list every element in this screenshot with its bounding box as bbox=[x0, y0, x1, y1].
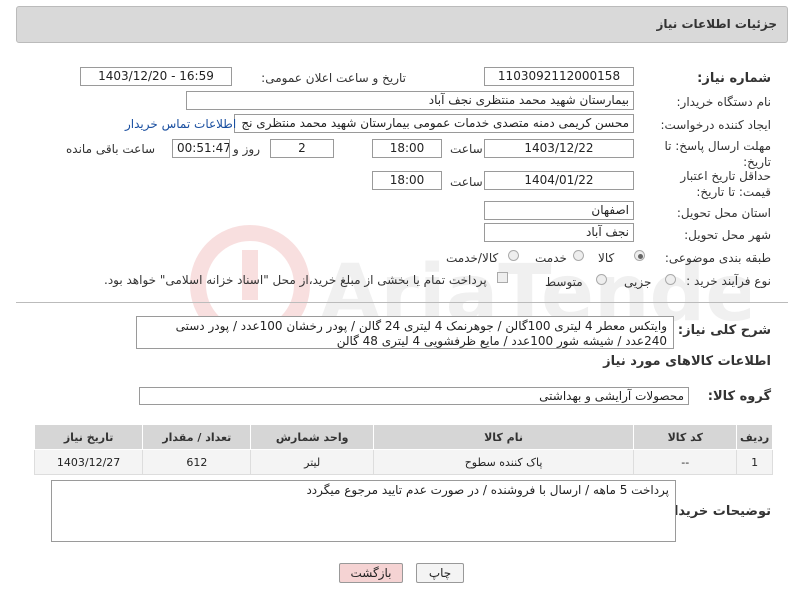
province-field[interactable]: اصفهان bbox=[484, 201, 634, 220]
deadline-time-label: ساعت bbox=[450, 142, 483, 156]
category-label: طبقه بندی موضوعی: bbox=[664, 251, 771, 265]
buyer-notes-text: پرداخت 5 ماهه / ارسال با فروشنده / در صو… bbox=[306, 483, 669, 497]
divider bbox=[16, 302, 788, 303]
cell-row: 1 bbox=[736, 449, 773, 475]
announce-label: تاریخ و ساعت اعلان عمومی: bbox=[261, 71, 406, 85]
purchase-option-minor: جزیی bbox=[624, 275, 652, 289]
buyer-org-label: نام دستگاه خریدار: bbox=[676, 95, 772, 109]
cell-qty: 612 bbox=[142, 449, 252, 475]
validity-label-text: حداقل تاریخ اعتبار قیمت: تا تاریخ: bbox=[680, 169, 771, 199]
col-date: تاریخ نیاز bbox=[33, 424, 144, 450]
description-textarea[interactable]: وایتکس معطر 4 لیتری 100گالن / جوهرنمک 4 … bbox=[136, 316, 674, 349]
announce-field[interactable]: 1403/12/20 - 16:59 bbox=[80, 67, 232, 86]
description-label: شرح کلی نیاز: bbox=[677, 323, 771, 338]
goods-table: ردیف کد کالا نام کالا واحد شمارش تعداد /… bbox=[33, 424, 773, 475]
description-text: وایتکس معطر 4 لیتری 100گالن / جوهرنمک 4 … bbox=[175, 319, 667, 348]
need-number-label: شماره نیاز: bbox=[697, 71, 771, 86]
cell-name: پاک کننده سطوح bbox=[372, 449, 635, 475]
goods-group-field[interactable]: محصولات آرایشی و بهداشتی bbox=[139, 387, 689, 405]
deadline-label: مهلت ارسال پاسخ: تا تاریخ: bbox=[651, 138, 771, 170]
validity-date-field[interactable]: 1404/01/22 bbox=[484, 171, 634, 190]
creator-label: ایجاد کننده درخواست: bbox=[660, 118, 771, 132]
need-number-field[interactable]: 1103092112000158 bbox=[484, 67, 634, 86]
back-button[interactable]: بازگشت bbox=[339, 563, 403, 583]
days-field[interactable]: 2 bbox=[270, 139, 334, 158]
province-label: استان محل تحویل: bbox=[676, 206, 771, 220]
category-option-service: خدمت bbox=[535, 251, 567, 265]
creator-field[interactable]: محسن کریمی دمنه متصدی خدمات عمومی بیمارس… bbox=[234, 114, 634, 133]
treasury-checkbox[interactable] bbox=[497, 272, 508, 283]
deadline-time-field[interactable]: 18:00 bbox=[372, 139, 442, 158]
table-row[interactable]: 1 -- پاک کننده سطوح لیتر 612 1403/12/27 bbox=[33, 449, 773, 475]
purchase-option-medium: متوسط bbox=[545, 275, 583, 289]
category-radio-both[interactable] bbox=[508, 250, 519, 261]
category-radio-service[interactable] bbox=[573, 250, 584, 261]
col-code: کد کالا bbox=[633, 424, 738, 450]
category-option-goods: کالا bbox=[598, 251, 615, 265]
cell-date: 1403/12/27 bbox=[33, 449, 144, 475]
col-qty: تعداد / مقدار bbox=[142, 424, 252, 450]
validity-time-field[interactable]: 18:00 bbox=[372, 171, 442, 190]
buyer-org-field[interactable]: بیمارستان شهید محمد منتظری نجف آباد bbox=[186, 91, 634, 110]
category-option-both: کالا/خدمت bbox=[446, 251, 499, 265]
buyer-notes-textarea[interactable]: پرداخت 5 ماهه / ارسال با فروشنده / در صو… bbox=[51, 480, 676, 542]
deadline-date-field[interactable]: 1403/12/22 bbox=[484, 139, 634, 158]
category-radio-goods[interactable] bbox=[634, 250, 645, 261]
cell-unit: لیتر bbox=[250, 449, 374, 475]
city-field[interactable]: نجف آباد bbox=[484, 223, 634, 242]
days-label: روز و bbox=[233, 142, 260, 156]
goods-table-header: ردیف کد کالا نام کالا واحد شمارش تعداد /… bbox=[33, 424, 773, 450]
cell-code: -- bbox=[633, 449, 738, 475]
panel-header: جزئیات اطلاعات نیاز bbox=[16, 6, 788, 43]
print-button[interactable]: چاپ bbox=[416, 563, 464, 583]
col-row: ردیف bbox=[736, 424, 773, 450]
validity-time-label: ساعت bbox=[450, 175, 483, 189]
purchase-radio-medium[interactable] bbox=[596, 274, 607, 285]
validity-label: حداقل تاریخ اعتبار قیمت: تا تاریخ: bbox=[651, 168, 771, 200]
page-title: جزئیات اطلاعات نیاز bbox=[656, 17, 777, 31]
city-label: شهر محل تحویل: bbox=[684, 228, 771, 242]
col-unit: واحد شمارش bbox=[250, 424, 374, 450]
remaining-label: ساعت باقی مانده bbox=[66, 142, 156, 156]
col-name: نام کالا bbox=[372, 424, 635, 450]
buyer-notes-label: توضیحات خریدار: bbox=[661, 504, 771, 519]
deadline-label-text: مهلت ارسال پاسخ: تا تاریخ: bbox=[664, 139, 771, 169]
purchase-radio-minor[interactable] bbox=[665, 274, 676, 285]
buyer-contact-link[interactable]: اطلاعات تماس خریدار bbox=[125, 117, 236, 131]
purchase-type-label: نوع فرآیند خرید : bbox=[686, 274, 771, 288]
remaining-field[interactable]: 00:51:47 bbox=[172, 139, 230, 158]
treasury-note: پرداخت تمام یا بخشی از مبلغ خرید،از محل … bbox=[104, 273, 487, 287]
goods-group-label: گروه کالا: bbox=[707, 389, 771, 404]
goods-section-title: اطلاعات کالاهای مورد نیاز bbox=[603, 354, 771, 369]
